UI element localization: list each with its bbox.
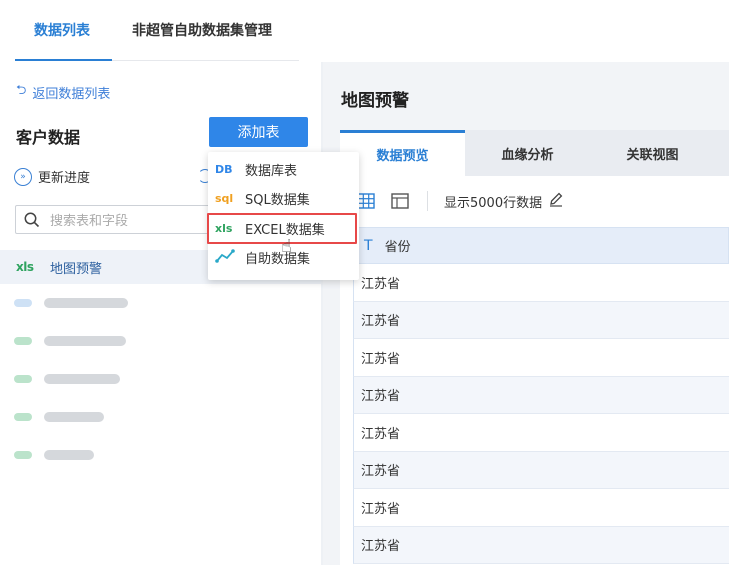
table-row: 江苏省 bbox=[353, 489, 729, 527]
table-row: 江苏省 bbox=[353, 414, 729, 452]
tree-item-blurred[interactable] bbox=[14, 448, 94, 462]
update-progress-label: 更新进度 bbox=[38, 171, 91, 186]
self-service-icon bbox=[215, 249, 239, 266]
table-row: 江苏省 bbox=[353, 451, 729, 489]
search-placeholder: 搜索表和字段 bbox=[50, 214, 129, 229]
grid-view-icon[interactable] bbox=[357, 193, 375, 209]
menu-item-sql-dataset[interactable]: sql SQL数据集 bbox=[208, 184, 359, 213]
data-preview-table: T 省份 江苏省 江苏省 江苏省 江苏省 江苏省 江苏省 江苏省 江苏省 bbox=[353, 227, 729, 564]
tab-self-service-dataset-management[interactable]: 非超管自助数据集管理 bbox=[132, 20, 272, 40]
menu-item-label: 自助数据集 bbox=[245, 252, 311, 267]
menu-item-label: 数据库表 bbox=[245, 164, 298, 179]
table-row: 江苏省 bbox=[353, 264, 729, 302]
show-rows-label: 显示5000行数据 bbox=[444, 195, 543, 211]
table-row: 江苏省 bbox=[353, 526, 729, 564]
table-header: T 省份 bbox=[353, 227, 729, 264]
database-icon: DB bbox=[215, 163, 233, 176]
tree-item-blurred[interactable] bbox=[14, 372, 120, 386]
update-progress-link[interactable]: » 更新进度 bbox=[14, 167, 90, 186]
tab-relation-view[interactable]: 关联视图 bbox=[590, 130, 715, 176]
tab-lineage-analysis[interactable]: 血缘分析 bbox=[465, 130, 590, 176]
update-progress-icon: » bbox=[14, 167, 32, 186]
menu-item-database-table[interactable]: DB 数据库表 bbox=[208, 155, 359, 184]
tree-item-blurred[interactable] bbox=[14, 410, 104, 424]
table-row: 江苏省 bbox=[353, 301, 729, 339]
blurred-label bbox=[44, 450, 94, 460]
excel-icon: xls bbox=[16, 260, 34, 274]
blurred-label bbox=[44, 412, 104, 422]
sql-icon: sql bbox=[215, 192, 234, 205]
blurred-label bbox=[44, 336, 126, 346]
excel-icon bbox=[14, 451, 32, 459]
top-tab-bar: 数据列表 非超管自助数据集管理 bbox=[0, 0, 729, 62]
preview-toolbar: 显示5000行数据 bbox=[357, 190, 564, 212]
hand-cursor-icon: ☝ bbox=[281, 236, 292, 257]
excel-icon bbox=[14, 337, 32, 345]
section-title: 客户数据 bbox=[16, 128, 81, 147]
text-type-icon: T bbox=[364, 237, 373, 254]
tree-item-blurred[interactable] bbox=[14, 334, 126, 348]
preview-tab-bar: 数据预览 血缘分析 关联视图 bbox=[340, 130, 729, 176]
tree-item-label: 地图预警 bbox=[50, 261, 103, 277]
tab-data-list[interactable]: 数据列表 bbox=[34, 20, 90, 40]
excel-icon bbox=[14, 375, 32, 383]
active-tab-indicator bbox=[15, 59, 112, 61]
toolbar-divider bbox=[427, 191, 428, 211]
blurred-label bbox=[44, 298, 128, 308]
excel-icon bbox=[14, 413, 32, 421]
dataset-title: 地图预警 bbox=[341, 91, 409, 111]
column-header-province[interactable]: 省份 bbox=[385, 236, 411, 255]
back-arrow-icon: ⮌ bbox=[16, 83, 27, 98]
edit-pencil-icon[interactable] bbox=[548, 191, 564, 211]
tree-item-blurred[interactable] bbox=[14, 296, 128, 310]
dataset-icon bbox=[14, 299, 32, 307]
blurred-label bbox=[44, 374, 120, 384]
add-table-button[interactable]: 添加表 bbox=[209, 117, 308, 147]
back-to-list-link[interactable]: ⮌ 返回数据列表 bbox=[16, 81, 110, 103]
table-row: 江苏省 bbox=[353, 376, 729, 414]
table-row: 江苏省 bbox=[353, 339, 729, 377]
menu-item-label: SQL数据集 bbox=[245, 193, 310, 208]
back-label: 返回数据列表 bbox=[32, 86, 111, 102]
app-root: 数据列表 非超管自助数据集管理 ⮌ 返回数据列表 客户数据 添加表 » 更新进度… bbox=[0, 0, 729, 565]
layout-view-icon[interactable] bbox=[391, 193, 409, 209]
search-input[interactable]: 搜索表和字段 bbox=[15, 205, 215, 234]
search-icon bbox=[24, 212, 40, 227]
